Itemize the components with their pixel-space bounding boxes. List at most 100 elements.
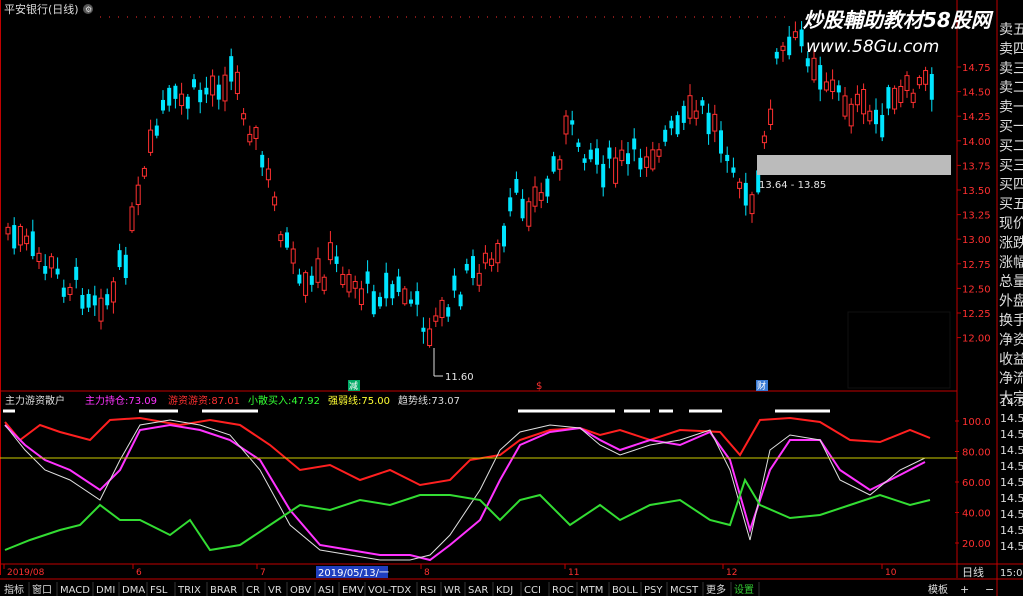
candle-body-down bbox=[471, 256, 475, 279]
candle-body-up bbox=[340, 273, 346, 286]
tab-0[interactable]: 指标 bbox=[4, 583, 24, 596]
price-tick-label: 14.00 bbox=[962, 137, 991, 148]
event-marker-dividend-label[interactable]: $ bbox=[536, 381, 542, 392]
candle-body-down bbox=[886, 87, 891, 109]
candle-body-down bbox=[204, 87, 209, 95]
indicator-item-3: 强弱线:75.00 bbox=[328, 394, 390, 407]
candle-body-down bbox=[464, 263, 469, 271]
candle-body-up bbox=[489, 258, 495, 266]
tab-21[interactable]: BOLL bbox=[612, 585, 638, 596]
info-panel-blank bbox=[847, 311, 951, 389]
tab-10[interactable]: OBV bbox=[290, 585, 311, 596]
candle-body-up bbox=[272, 196, 278, 206]
candle-body-up bbox=[110, 281, 116, 303]
tab-13[interactable]: VOL-TDX bbox=[368, 585, 411, 596]
candle-body-up bbox=[315, 258, 321, 283]
tab-25[interactable]: 设置 bbox=[734, 584, 754, 596]
price-range-label: 13.64 - 13.85 bbox=[759, 180, 826, 191]
tab-7[interactable]: BRAR bbox=[210, 585, 237, 596]
tab-1[interactable]: 窗口 bbox=[32, 583, 52, 596]
candle-body-down bbox=[334, 256, 339, 264]
tab-12[interactable]: EMV bbox=[342, 585, 364, 596]
candle-body-up bbox=[476, 272, 482, 286]
tab-22[interactable]: PSY bbox=[644, 585, 663, 596]
price-tick-label: 14.75 bbox=[962, 63, 991, 74]
candle-body-down bbox=[508, 197, 513, 212]
tab-11[interactable]: ASI bbox=[318, 585, 334, 596]
candle-body-up bbox=[861, 89, 867, 115]
tab-17[interactable]: KDJ bbox=[496, 585, 513, 596]
candle-body-down bbox=[576, 142, 581, 147]
indicator-tick-label: 80.00 bbox=[962, 448, 991, 459]
x-tick-label: 8 bbox=[424, 568, 430, 578]
indicator-name: 主力游资散户 bbox=[5, 394, 65, 407]
candle-body-down bbox=[595, 148, 599, 165]
candle-body-down bbox=[638, 157, 643, 170]
tab-18[interactable]: CCI bbox=[524, 585, 541, 596]
orderbook-label: 买三 bbox=[999, 158, 1023, 174]
candle-body-up bbox=[910, 92, 916, 103]
tab-14[interactable]: RSI bbox=[420, 585, 436, 596]
candle-body-down bbox=[192, 79, 196, 88]
candle-body-up bbox=[321, 276, 327, 291]
orderbook-label: 现价 bbox=[999, 216, 1023, 232]
plus-button[interactable]: + bbox=[960, 583, 969, 596]
candle-body-down bbox=[731, 167, 736, 173]
candle-body-down bbox=[74, 266, 79, 280]
tab-4[interactable]: DMA bbox=[122, 585, 145, 596]
chart-window: 13.64 - 13.85 11.60 14.75 14.50 14.25 14.00… bbox=[0, 0, 1023, 596]
candle-body-up bbox=[687, 95, 693, 119]
tab-3[interactable]: DMI bbox=[96, 585, 115, 596]
candle-body-up bbox=[898, 86, 904, 103]
candle-body-down bbox=[502, 225, 506, 247]
candle-body-up bbox=[303, 272, 309, 296]
candle-body-down bbox=[601, 163, 606, 188]
candle-body-down bbox=[309, 275, 314, 285]
candle-body-up bbox=[98, 297, 104, 322]
period-label[interactable]: 日线 bbox=[962, 565, 984, 579]
price-range-box bbox=[757, 155, 951, 175]
x-tick-label: 12 bbox=[726, 568, 737, 578]
minus-button[interactable]: − bbox=[985, 583, 994, 596]
candle-body-down bbox=[663, 129, 668, 142]
x-tick-label: 11 bbox=[568, 568, 579, 578]
candle-body-up bbox=[526, 201, 532, 227]
tab-2[interactable]: MACD bbox=[60, 585, 90, 596]
tab-23[interactable]: MCST bbox=[670, 585, 699, 596]
candle-body-down bbox=[92, 295, 97, 306]
tab-16[interactable]: SAR bbox=[468, 585, 488, 596]
price-tick-label: 12.25 bbox=[962, 309, 991, 320]
orderbook-label: 换手 bbox=[999, 312, 1023, 329]
candle-body-up bbox=[563, 115, 569, 135]
template-button[interactable]: 模板 bbox=[928, 583, 948, 596]
orderbook-label: 外盘 bbox=[999, 293, 1023, 310]
candle-body-down bbox=[799, 29, 804, 47]
tab-8[interactable]: CR bbox=[246, 585, 260, 596]
tab-19[interactable]: ROC bbox=[552, 585, 574, 596]
tab-6[interactable]: TRIX bbox=[177, 585, 201, 596]
candle-body-up bbox=[358, 288, 364, 305]
gear-icon[interactable]: ⚙ bbox=[83, 4, 93, 14]
tab-5[interactable]: FSL bbox=[150, 585, 168, 596]
candle-body-up bbox=[327, 242, 333, 261]
tab-20[interactable]: MTM bbox=[580, 585, 603, 596]
indicator-right-value: 14.5 bbox=[1000, 524, 1023, 537]
candle-body-down bbox=[551, 156, 556, 172]
indicator-right-value: 14.5 bbox=[1000, 492, 1023, 505]
tab-9[interactable]: VR bbox=[268, 585, 282, 596]
candle-body-down bbox=[632, 138, 637, 150]
candle-body-up bbox=[761, 135, 767, 144]
candle-body-down bbox=[570, 120, 575, 125]
candle-body-down bbox=[421, 327, 426, 332]
candle-body-down bbox=[371, 291, 376, 315]
candle-body-down bbox=[706, 112, 711, 135]
candle-body-down bbox=[167, 87, 172, 106]
candle-body-down bbox=[582, 158, 587, 163]
tab-24[interactable]: 更多 bbox=[706, 583, 726, 596]
tab-15[interactable]: WR bbox=[444, 585, 461, 596]
candle-body-down bbox=[880, 114, 885, 138]
indicator-item-4: 趋势线:73.07 bbox=[398, 394, 460, 407]
candle-body-down bbox=[378, 296, 382, 307]
candle-body-down bbox=[185, 96, 190, 109]
candle-body-up bbox=[830, 79, 836, 93]
